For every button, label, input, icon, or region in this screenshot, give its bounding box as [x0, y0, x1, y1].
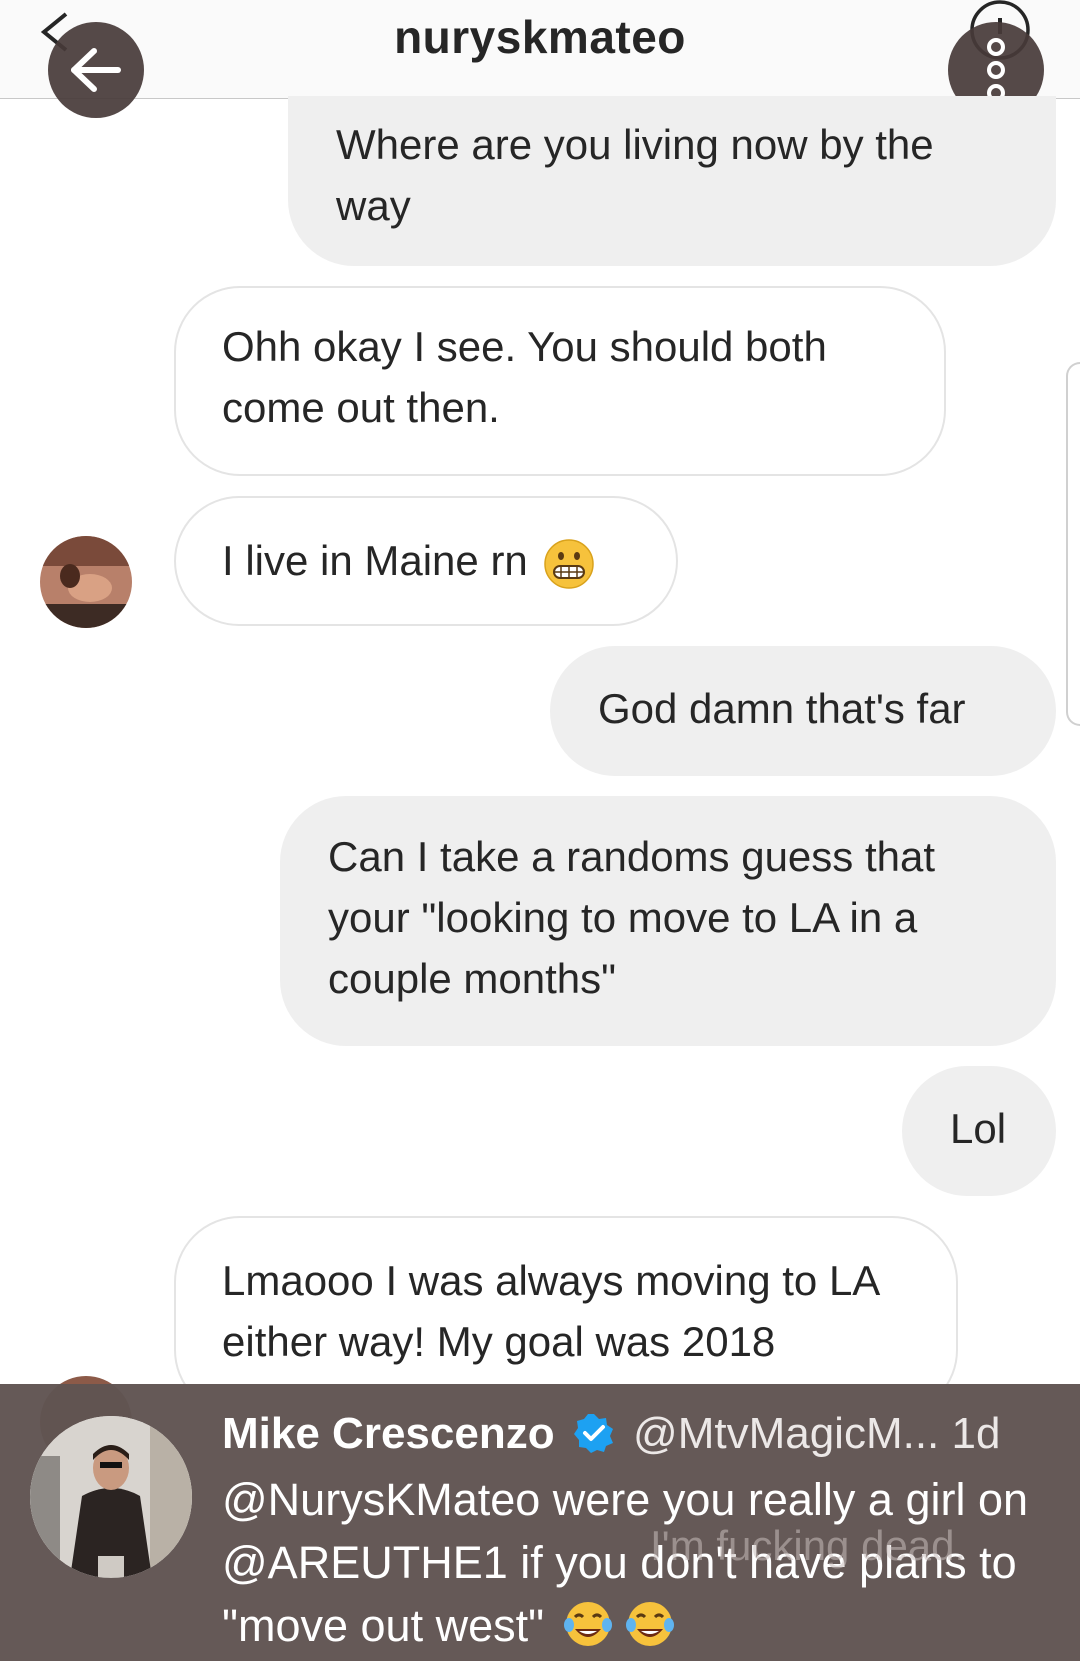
message-text: God damn that's far [598, 685, 966, 732]
chat-username[interactable]: nuryskmateo [0, 10, 1080, 64]
message-sent[interactable]: Where are you living now by the way [288, 96, 1056, 266]
message-text: I live in Maine rn [222, 537, 528, 584]
message-sent[interactable]: God damn that's far [550, 646, 1056, 776]
scroll-handle[interactable] [1066, 362, 1080, 726]
profile-photo-icon [40, 536, 132, 628]
obscured-message-text: I'm fucking dead. [650, 1522, 967, 1569]
message-received[interactable]: I live in Maine rn [174, 496, 678, 626]
tears-of-joy-icon [626, 1602, 675, 1646]
tweet-author-name[interactable]: Mike Crescenzo [222, 1409, 555, 1458]
tweet-handle[interactable]: @MtvMagicM... [633, 1409, 939, 1458]
message-sent[interactable]: Can I take a randoms guess that your "lo… [280, 796, 1056, 1046]
tears-of-joy-icon [563, 1602, 612, 1646]
message-text: Lol [950, 1105, 1007, 1152]
arrow-left-icon [71, 48, 121, 92]
message-sent[interactable]: Lol [902, 1066, 1056, 1196]
back-button[interactable] [48, 22, 144, 118]
vertical-dots-icon [987, 38, 1005, 102]
message-text: Lmaooo I was always moving to LA either … [222, 1257, 879, 1365]
chat-header: nuryskmateo [0, 0, 1080, 99]
profile-photo-icon [30, 1416, 192, 1578]
message-text: Ohh okay I see. You should both come out… [222, 323, 827, 431]
grimacing-face-icon [544, 539, 595, 589]
message-received[interactable]: Ohh okay I see. You should both come out… [174, 286, 946, 476]
tweet-avatar[interactable] [30, 1416, 192, 1578]
message-text: Where are you living now by the way [336, 121, 934, 229]
message-text: Can I take a randoms guess that your "lo… [328, 833, 936, 1002]
avatar[interactable] [40, 536, 132, 628]
verified-badge-icon [573, 1414, 613, 1453]
tweet-timestamp: 1d [951, 1409, 1001, 1458]
tweet-header: Mike Crescenzo @MtvMagicM... 1d [222, 1406, 1000, 1462]
